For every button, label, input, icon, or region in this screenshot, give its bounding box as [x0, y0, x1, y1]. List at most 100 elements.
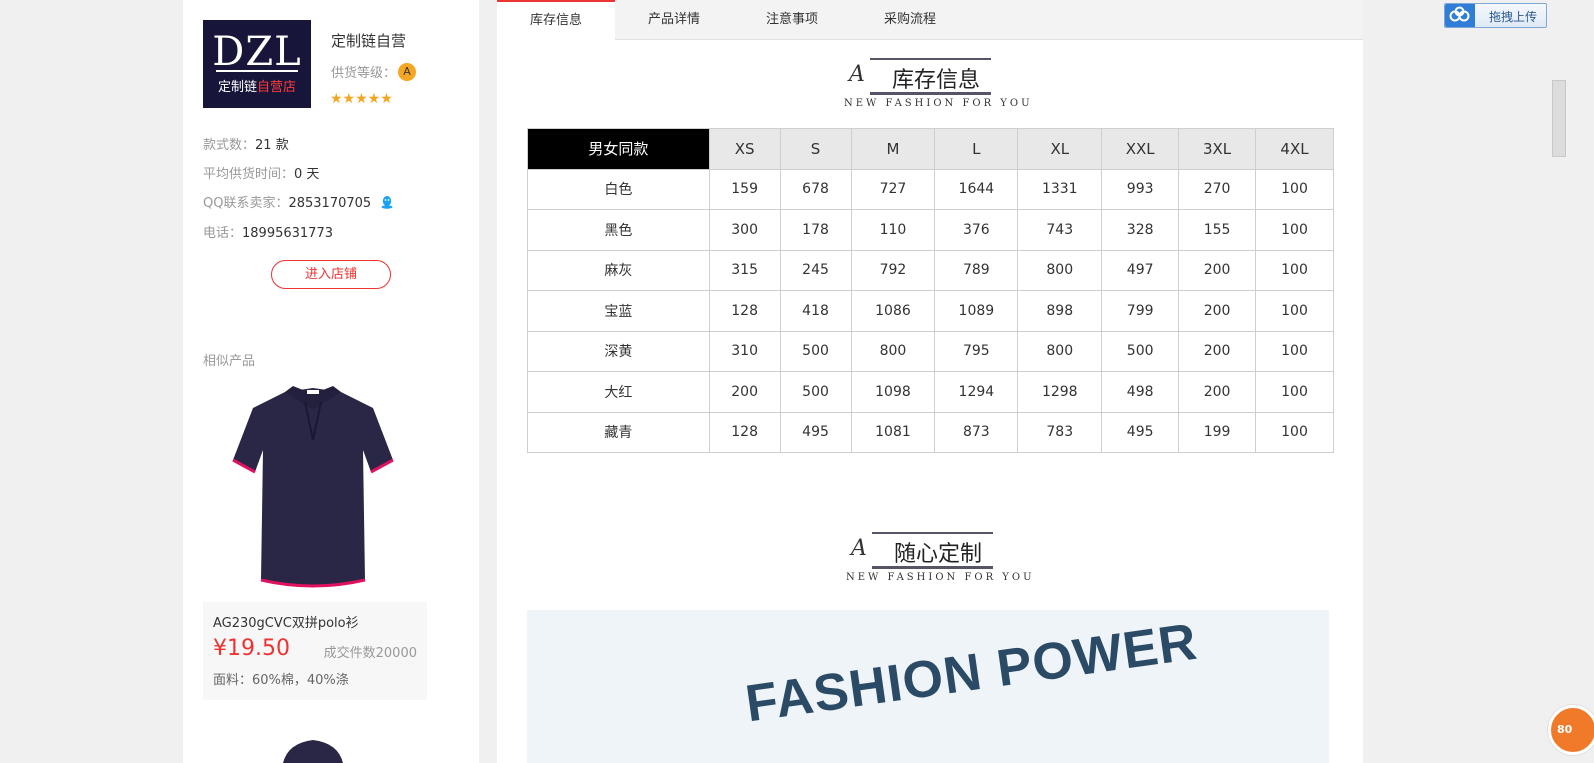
stock-row: 黑色 300 178 110 376 743 328 155 100 — [527, 209, 1334, 251]
stock-qty-cell: 100 — [1255, 168, 1334, 210]
stock-qty-cell: 1086 — [850, 290, 936, 332]
similar-product-card[interactable]: AG230gCVC双拼polo衫 ¥19.50 成交件数20000 面料：60%… — [203, 602, 427, 700]
stock-qty-cell: 1089 — [934, 290, 1019, 332]
stock-row: 麻灰 315 245 792 789 800 497 200 100 — [527, 249, 1334, 291]
heading-subtitle: NEW FASHION FOR YOU — [846, 572, 1035, 583]
shop-sidebar: DZL 定制链自营店 定制链自营 供货等级： A ★★★★★ 款式数：21 款 … — [183, 0, 479, 763]
stock-qty-cell: 678 — [779, 168, 852, 210]
stock-table-body: 白色 159 678 727 1644 1331 993 270 100 黑色 300 178 110 3… — [527, 168, 1334, 453]
stock-row: 大红 200 500 1098 1294 1298 498 200 100 — [527, 371, 1334, 413]
stock-qty-cell: 200 — [1178, 249, 1257, 291]
stock-qty-cell: 199 — [1178, 411, 1257, 453]
phone-value: 18995631773 — [242, 226, 333, 241]
stock-qty-cell: 200 — [1178, 371, 1257, 413]
qq-contact-label: QQ联系卖家： — [203, 196, 289, 211]
script-logo-mark: A — [851, 536, 867, 561]
tab-notes[interactable]: 注意事项 — [733, 0, 851, 40]
shop-logo[interactable]: DZL 定制链自营店 — [203, 20, 311, 108]
stock-qty-cell: 100 — [1255, 411, 1334, 453]
color-cell: 大红 — [527, 371, 710, 413]
stock-qty-cell: 1644 — [934, 168, 1019, 210]
stock-row: 深黄 310 500 800 795 800 500 200 100 — [527, 330, 1334, 372]
stock-qty-cell: 727 — [850, 168, 936, 210]
size-header: L — [934, 128, 1019, 170]
stock-qty-cell: 500 — [1101, 330, 1180, 372]
stock-qty-cell: 495 — [1101, 411, 1180, 453]
stock-qty-cell: 497 — [1101, 249, 1180, 291]
stock-qty-cell: 898 — [1017, 290, 1103, 332]
stock-qty-cell: 789 — [934, 249, 1019, 291]
stock-table-header: 男女同款 XS S M L XL XXL 3XL 4XL — [527, 128, 1334, 170]
stock-qty-cell: 1298 — [1017, 371, 1103, 413]
stock-qty-cell: 310 — [708, 330, 781, 372]
size-header: 4XL — [1255, 128, 1334, 170]
heading-title: 库存信息 — [892, 68, 981, 93]
detail-tabs: 库存信息 产品详情 注意事项 采购流程 — [497, 0, 1363, 41]
stock-qty-cell: 800 — [850, 330, 936, 372]
script-logo-mark: A — [849, 62, 865, 87]
size-header: S — [779, 128, 852, 170]
similar-products-title: 相似产品 — [203, 354, 256, 369]
stock-qty-cell: 418 — [779, 290, 852, 332]
qq-penguin-icon[interactable] — [381, 195, 393, 209]
stock-qty-cell: 743 — [1017, 209, 1103, 251]
stock-qty-cell: 799 — [1101, 290, 1180, 332]
product-material: 面料：60%棉，40%涤 — [213, 673, 349, 688]
heading-title: 随心定制 — [894, 542, 983, 567]
heading-rule-bottom — [872, 566, 993, 569]
product-detail-panel: 库存信息 产品详情 注意事项 采购流程 A 库存信息 NEW FASHION F… — [497, 0, 1363, 763]
tab-stock-info[interactable]: 库存信息 — [497, 0, 615, 41]
avg-supply-time-value: 0 天 — [294, 167, 320, 182]
stock-qty-cell: 100 — [1255, 290, 1334, 332]
stock-qty-cell: 270 — [1178, 168, 1257, 210]
stock-qty-cell: 873 — [934, 411, 1019, 453]
stock-qty-cell: 155 — [1178, 209, 1257, 251]
stock-qty-cell: 100 — [1255, 371, 1334, 413]
product-name[interactable]: AG230gCVC双拼polo衫 — [213, 612, 359, 631]
logo-text-a: 定制链 — [217, 80, 257, 95]
stock-qty-cell: 792 — [850, 249, 936, 291]
scrollbar-thumb[interactable] — [1552, 80, 1566, 157]
stock-qty-cell: 1081 — [850, 411, 936, 453]
stock-info-heading: A 库存信息 NEW FASHION FOR YOU — [497, 56, 1363, 112]
color-cell: 白色 — [527, 168, 710, 210]
stock-qty-cell: 200 — [1178, 330, 1257, 372]
tab-purchase-process[interactable]: 采购流程 — [851, 0, 969, 40]
styles-count-label: 款式数： — [203, 138, 256, 153]
stock-qty-cell: 128 — [708, 411, 781, 453]
tab-product-details[interactable]: 产品详情 — [615, 0, 733, 40]
stock-qty-cell: 100 — [1255, 249, 1334, 291]
qq-contact-value: 2853170705 — [288, 196, 372, 211]
stock-qty-cell: 178 — [779, 209, 852, 251]
shop-name[interactable]: 定制链自营 — [331, 30, 406, 51]
stock-qty-cell: 110 — [850, 209, 936, 251]
logo-mark: DZL — [212, 29, 302, 75]
stock-qty-cell: 100 — [1255, 209, 1334, 251]
polo-shirt-image-2[interactable] — [273, 738, 353, 763]
rating-stars: ★★★★★ — [330, 91, 393, 107]
stock-row: 藏青 128 495 1081 873 783 495 199 100 — [527, 411, 1334, 453]
floating-badge[interactable]: 80 — [1548, 705, 1594, 755]
drag-upload-label: 拖拽上传 — [1489, 10, 1538, 24]
stock-qty-cell: 993 — [1101, 168, 1180, 210]
color-cell: 黑色 — [527, 209, 710, 251]
styles-count: 款式数：21 款 — [203, 134, 289, 153]
size-header: XS — [708, 128, 781, 170]
stock-qty-cell: 245 — [779, 249, 852, 291]
phone: 电话：18995631773 — [203, 222, 333, 241]
enter-shop-button[interactable]: 进入店铺 — [271, 260, 391, 289]
heading-rule-top — [870, 58, 991, 60]
stock-qty-cell: 200 — [708, 371, 781, 413]
stock-row: 白色 159 678 727 1644 1331 993 270 100 — [527, 168, 1334, 210]
drag-upload-button[interactable]: 拖拽上传 — [1444, 3, 1547, 28]
stock-qty-cell: 795 — [934, 330, 1019, 372]
corner-header: 男女同款 — [527, 128, 710, 170]
stock-table: 男女同款 XS S M L XL XXL 3XL 4XL 白色 159 678 727… — [527, 128, 1334, 453]
supply-grade-label: 供货等级： — [331, 66, 397, 81]
stock-qty-cell: 800 — [1017, 249, 1103, 291]
phone-label: 电话： — [203, 226, 243, 241]
polo-shirt-image[interactable] — [223, 380, 403, 595]
stock-qty-cell: 300 — [708, 209, 781, 251]
customize-heading: A 随心定制 NEW FASHION FOR YOU — [497, 530, 1363, 586]
stock-qty-cell: 500 — [779, 371, 852, 413]
